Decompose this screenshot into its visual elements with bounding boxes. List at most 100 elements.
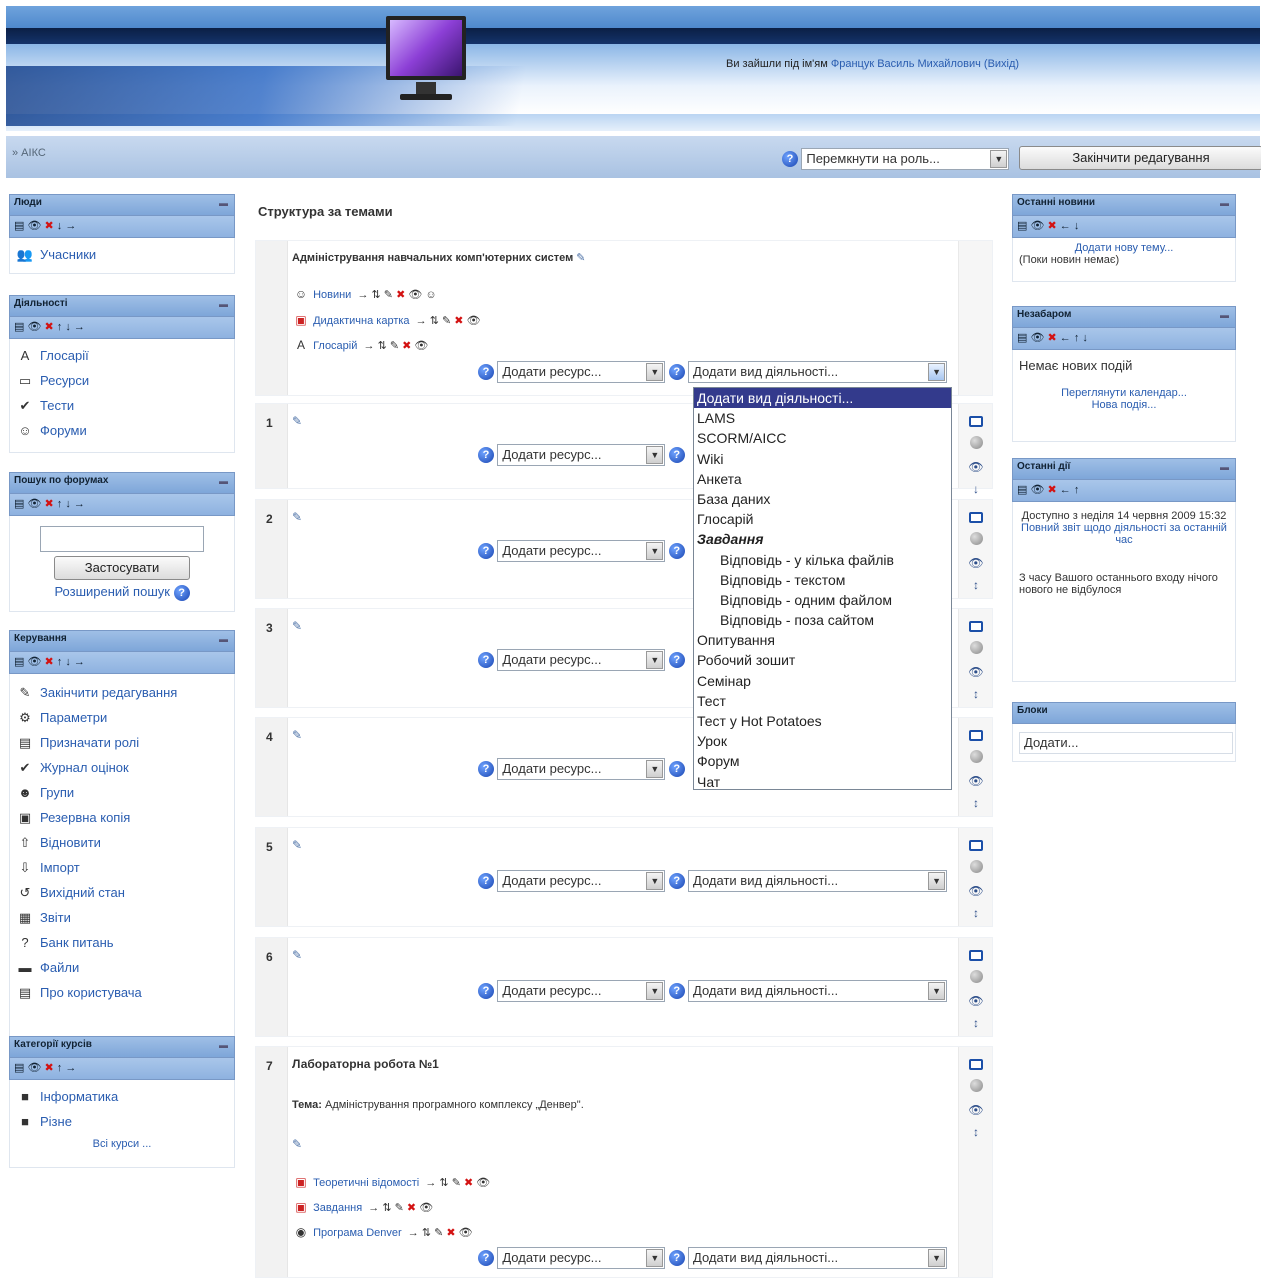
move-up-icon[interactable]: ↑ [1074,484,1080,496]
activity-option[interactable]: Відповідь - поза сайтом [694,610,951,630]
highlight-section-icon[interactable] [969,860,983,873]
highlight-section-icon[interactable] [969,641,983,654]
move-down-icon[interactable]: ↓ [65,498,71,510]
help-icon[interactable]: ? [668,364,685,380]
logout-link[interactable]: (Вихід) [984,58,1019,70]
hide-icon[interactable]: 👁 [1030,332,1044,344]
delete-icon[interactable]: ✖ [1048,484,1057,496]
hide-block-icon[interactable]: ▬ [219,1040,228,1050]
move-up-icon[interactable]: ↑ [1074,332,1080,344]
delete-icon[interactable]: ✖ [45,498,54,510]
user-name-link[interactable]: Францук Василь Михайлович [831,58,981,70]
move-right-icon[interactable]: → [74,498,85,510]
move-down-icon[interactable]: ↓ [1082,332,1088,344]
move-down-icon[interactable]: ↓ [65,321,71,333]
edit-summary-icon[interactable]: ✎ [292,619,302,633]
help-icon[interactable]: ? [478,543,494,559]
resource-edit-controls[interactable]: → ⇅ ✎ ✖ 👁 [405,1227,473,1239]
activity-option[interactable]: Урок [694,731,951,751]
help-icon[interactable]: ? [668,1250,685,1266]
nav-profile[interactable]: ▤ Про користувача [16,980,228,1005]
nav-question-bank[interactable]: ? Банк питань [16,930,228,955]
move-updown-icon[interactable]: ↕ [973,906,979,920]
activity-option[interactable]: Wiki [694,449,951,469]
add-topic-link[interactable]: Додати нову тему... [1075,242,1174,254]
move-right-icon[interactable]: → [65,1062,76,1074]
edit-summary-icon[interactable]: ✎ [292,510,302,524]
move-right-icon[interactable]: → [74,656,85,668]
add-resource-select[interactable]: Додати ресурс... ▼ [497,540,666,562]
highlight-section-icon[interactable] [969,532,983,545]
assign-roles-icon[interactable]: ▤ [14,498,24,510]
move-right-icon[interactable]: → [65,220,76,232]
show-only-section-icon[interactable] [969,416,983,427]
hide-icon[interactable]: 👁 [27,321,41,333]
activity-option[interactable]: Тест [694,691,951,711]
hide-icon[interactable]: 👁 [27,656,41,668]
move-up-icon[interactable]: ↑ [57,498,63,510]
nav-finish-editing[interactable]: ✎ Закінчити редагування [16,680,228,705]
assign-roles-icon[interactable]: ▤ [1017,332,1027,344]
move-updown-icon[interactable]: ↕ [973,796,979,810]
help-icon[interactable]: ? [478,873,494,889]
help-icon[interactable]: ? [668,761,685,777]
hide-section-icon[interactable]: 👁 [968,884,983,898]
highlight-section-icon[interactable] [969,1079,983,1092]
move-down-icon[interactable]: ↓ [973,482,979,496]
show-only-section-icon[interactable] [969,512,983,523]
hide-block-icon[interactable]: ▬ [219,476,228,486]
nav-quizzes[interactable]: ✔ Тести [16,393,228,418]
delete-icon[interactable]: ✖ [45,1062,54,1074]
delete-icon[interactable]: ✖ [45,220,54,232]
highlight-section-icon[interactable] [969,436,983,449]
resource-edit-controls[interactable]: → ⇅ ✎ ✖ 👁 ☺ [354,289,436,301]
help-icon[interactable]: ? [478,364,494,380]
hide-block-icon[interactable]: ▬ [1220,198,1229,208]
hide-icon[interactable]: 👁 [1030,220,1044,232]
hide-block-icon[interactable]: ▬ [219,299,228,309]
add-resource-select[interactable]: Додати ресурс... ▼ [497,649,666,671]
hide-block-icon[interactable]: ▬ [219,634,228,644]
activity-option[interactable]: Чат [694,772,951,792]
edit-summary-icon[interactable]: ✎ [292,838,302,852]
nav-grades[interactable]: ✔ Журнал оцінок [16,755,228,780]
edit-summary-icon[interactable]: ✎ [292,414,302,428]
activity-option[interactable]: Анкета [694,469,951,489]
assign-roles-icon[interactable]: ▤ [14,656,24,668]
forum-search-input[interactable] [40,526,204,552]
help-icon[interactable]: ? [782,151,798,167]
resource-link[interactable]: Новини [313,289,351,301]
activity-option[interactable]: Відповідь - у кілька файлів [694,550,951,570]
nav-category-misc[interactable]: ■ Різне [16,1109,228,1134]
edit-summary-icon[interactable]: ✎ [292,728,302,742]
add-activity-select[interactable]: Додати вид діяльності... ▼ [688,870,948,892]
show-only-section-icon[interactable] [969,730,983,741]
add-resource-select[interactable]: Додати ресурс... ▼ [497,444,666,466]
activity-option[interactable]: Додати вид діяльності... [694,388,951,409]
activity-option[interactable]: Опитування [694,630,951,650]
hide-icon[interactable]: 👁 [27,498,41,510]
all-courses-link[interactable]: Всі курси ... [93,1138,152,1150]
move-down-icon[interactable]: ↓ [57,220,63,232]
activity-option[interactable]: Робочий зошит [694,650,951,670]
activity-option[interactable]: Семінар [694,671,951,691]
highlight-section-icon[interactable] [969,750,983,763]
hide-section-icon[interactable]: 👁 [968,774,983,788]
nav-resources[interactable]: ▭ Ресурси [16,368,228,393]
activity-option[interactable]: База даних [694,489,951,509]
move-left-icon[interactable]: ← [1060,332,1071,344]
highlight-section-icon[interactable] [969,970,983,983]
help-icon[interactable]: ? [478,652,494,668]
assign-roles-icon[interactable]: ▤ [14,1062,24,1074]
move-up-icon[interactable]: ↑ [57,321,63,333]
resource-link[interactable]: Теоретичні відомості [313,1177,419,1189]
show-only-section-icon[interactable] [969,840,983,851]
delete-icon[interactable]: ✖ [1048,332,1057,344]
hide-section-icon[interactable]: 👁 [968,460,983,474]
move-updown-icon[interactable]: ↕ [973,578,979,592]
help-icon[interactable]: ? [478,447,494,463]
assign-roles-icon[interactable]: ▤ [14,220,24,232]
show-only-section-icon[interactable] [969,950,983,961]
nav-restore[interactable]: ⇧ Відновити [16,830,228,855]
advanced-search-link[interactable]: Розширений пошук [54,584,170,599]
